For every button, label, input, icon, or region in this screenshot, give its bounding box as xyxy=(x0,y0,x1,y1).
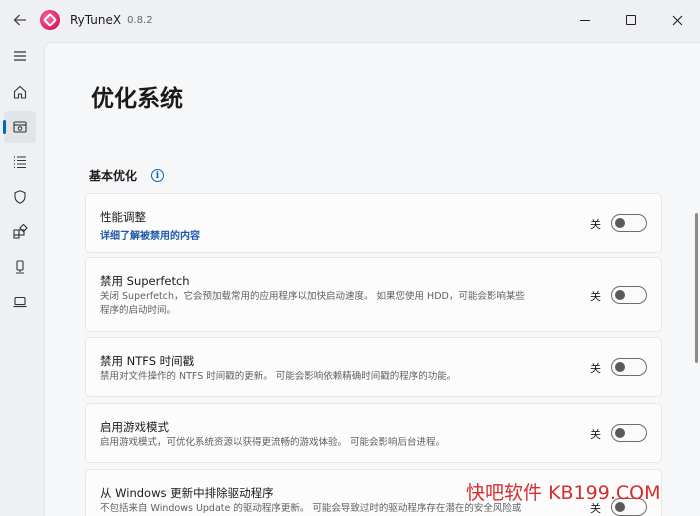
home-icon xyxy=(13,85,27,99)
optimize-icon xyxy=(13,121,27,133)
superfetch-toggle[interactable] xyxy=(611,286,647,304)
close-button[interactable] xyxy=(654,0,700,40)
setting-card-performance: 性能调整 详细了解被禁用的内容 关 xyxy=(85,193,662,253)
sidebar-item-list[interactable] xyxy=(4,146,36,178)
section-header: 基本优化 i xyxy=(89,167,165,184)
ntfs-toggle[interactable] xyxy=(611,358,647,376)
window-controls xyxy=(562,0,700,40)
sidebar-item-device[interactable] xyxy=(4,251,36,283)
hamburger-menu-button[interactable] xyxy=(4,40,36,72)
laptop-icon xyxy=(13,296,27,308)
device-icon xyxy=(16,260,24,274)
app-logo-icon xyxy=(40,10,60,30)
performance-toggle[interactable] xyxy=(611,214,647,232)
setting-title: 从 Windows 更新中排除驱动程序 xyxy=(100,486,274,500)
sidebar-item-computer[interactable] xyxy=(4,286,36,318)
maximize-button[interactable] xyxy=(608,0,654,40)
sidebar-nav xyxy=(0,40,40,516)
toggle-state-label: 关 xyxy=(590,362,601,375)
sidebar-item-security[interactable] xyxy=(4,181,36,213)
page-title: 优化系统 xyxy=(91,86,183,112)
maximize-icon xyxy=(626,15,636,25)
hamburger-icon xyxy=(14,51,26,61)
list-icon xyxy=(14,156,26,169)
watermark: 快吧软件 KB199.COM xyxy=(466,478,660,505)
title-bar: RyTuneX 0.8.2 xyxy=(0,0,700,40)
minimize-button[interactable] xyxy=(562,0,608,40)
watermark-text: 快吧软件 xyxy=(466,482,543,504)
setting-description: 启用游戏模式，可优化系统资源以获得更流畅的游戏体验。 可能会影响后台进程。 xyxy=(100,437,446,448)
close-icon xyxy=(672,15,682,25)
setting-description: 程序的启动时间。 xyxy=(100,305,177,316)
sidebar-item-home[interactable] xyxy=(4,76,36,108)
app-version: 0.8.2 xyxy=(127,14,153,26)
setting-title: 禁用 NTFS 时间戳 xyxy=(100,354,195,368)
setting-card-gamemode: 启用游戏模式 启用游戏模式，可优化系统资源以获得更流畅的游戏体验。 可能会影响后… xyxy=(85,403,662,463)
setting-title: 性能调整 xyxy=(100,210,146,224)
sidebar-item-optimize[interactable] xyxy=(3,111,36,143)
apps-icon xyxy=(13,224,28,239)
sidebar-item-apps[interactable] xyxy=(4,216,36,248)
setting-description: 关闭 Superfetch，它会预加载常用的应用程序以加快启动速度。 如果您使用… xyxy=(100,291,525,302)
toggle-knob xyxy=(615,290,625,300)
toggle-state-label: 关 xyxy=(590,218,601,231)
setting-card-superfetch: 禁用 Superfetch 关闭 Superfetch，它会预加载常用的应用程序… xyxy=(85,257,662,332)
minimize-icon xyxy=(580,19,590,21)
learn-more-link[interactable]: 详细了解被禁用的内容 xyxy=(100,227,200,242)
back-arrow-icon[interactable] xyxy=(0,0,40,40)
setting-title: 启用游戏模式 xyxy=(100,420,169,434)
setting-title: 禁用 Superfetch xyxy=(100,274,190,288)
app-title: RyTuneX xyxy=(70,13,122,27)
toggle-state-label: 关 xyxy=(590,428,601,441)
main-content: 优化系统 基本优化 i 性能调整 详细了解被禁用的内容 关 禁用 Superfe… xyxy=(44,42,700,516)
setting-card-ntfs: 禁用 NTFS 时间戳 禁用对文件操作的 NTFS 时间戳的更新。 可能会影响依… xyxy=(85,337,662,397)
toggle-knob xyxy=(615,428,625,438)
vertical-scrollbar[interactable] xyxy=(695,213,698,363)
setting-description: 禁用对文件操作的 NTFS 时间戳的更新。 可能会影响依赖精确时间戳的程序的功能… xyxy=(100,371,457,382)
gamemode-toggle[interactable] xyxy=(611,424,647,442)
toggle-knob xyxy=(615,218,625,228)
info-icon[interactable]: i xyxy=(151,169,165,182)
shield-icon xyxy=(14,190,26,204)
toggle-state-label: 关 xyxy=(590,290,601,303)
section-title: 基本优化 xyxy=(89,169,138,183)
toggle-knob xyxy=(615,362,625,372)
watermark-domain: KB199.COM xyxy=(548,482,661,504)
